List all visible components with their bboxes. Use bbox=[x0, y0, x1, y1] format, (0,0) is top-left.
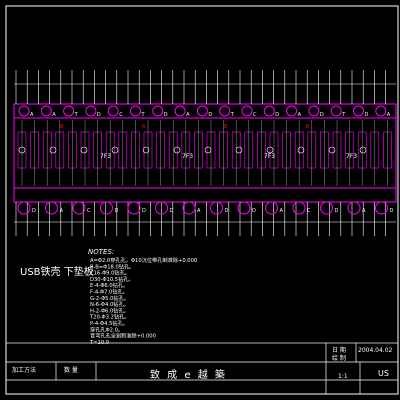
qty-label: 数 量 bbox=[64, 366, 78, 374]
note-line: G-2-Φ5.0钻孔。 bbox=[90, 294, 129, 302]
part-name: USB铁壳 下垫板 bbox=[20, 265, 94, 278]
hole-top-label: C bbox=[253, 112, 257, 118]
hole-top-label: A bbox=[30, 112, 34, 118]
hole-top-label: D bbox=[208, 112, 212, 118]
note-line: N-6-Φ4.0钻孔。 bbox=[90, 300, 129, 308]
hole-top-label: A bbox=[52, 112, 56, 118]
hole-bottom-label: D bbox=[32, 208, 36, 214]
hole-bottom-label: A bbox=[362, 208, 366, 214]
hole-top-label: D bbox=[365, 112, 369, 118]
note-line: B-B=Φ18.0钻孔。 bbox=[90, 262, 134, 270]
note-line: 音弯孔孔全割制准除+0.000 bbox=[90, 332, 156, 340]
hole-bottom-label: D bbox=[170, 208, 174, 214]
hole-top-label: A bbox=[186, 112, 190, 118]
drawing-background bbox=[0, 0, 400, 400]
hole-bottom-label: D bbox=[390, 208, 394, 214]
hole-top-label: D bbox=[97, 112, 101, 118]
hole-top-label: D bbox=[164, 112, 168, 118]
note-line: H-2-Φ6.0钻孔。 bbox=[90, 306, 129, 314]
company-name: 致 成 e 越 築 bbox=[150, 368, 227, 381]
hole-top-label: C bbox=[119, 112, 123, 118]
note-line: D30-Φ10.5钻孔。 bbox=[90, 275, 134, 283]
hole-bottom-label: D bbox=[225, 208, 229, 214]
hole-bottom-label: A bbox=[60, 208, 64, 214]
detail-mark: B bbox=[60, 124, 64, 130]
note-line: P-4-Φ4.5钻孔。 bbox=[90, 319, 128, 327]
note-line: T20-Φ3.2钻孔。 bbox=[89, 313, 130, 321]
detail-label: 7F3 bbox=[100, 153, 111, 160]
note-line: E-4-Φ6.0钻孔。 bbox=[90, 281, 128, 289]
note-line: C16-Φ9.0钻孔。 bbox=[90, 269, 130, 277]
detail-mark: B bbox=[142, 124, 146, 130]
date-value: 2004.04.02 bbox=[358, 347, 393, 354]
process-label: 加工方法 bbox=[12, 366, 36, 374]
note-line: F-4-Φ7.0钻孔。 bbox=[90, 288, 128, 296]
drawing-number: US bbox=[378, 369, 389, 378]
hole-top-label: A bbox=[298, 112, 302, 118]
scale-label: 1:1 bbox=[338, 373, 348, 380]
hole-top-label: D bbox=[320, 112, 324, 118]
cad-drawing: AATDCTDADTCDADTDA DACDDDADDACDAD 7F3 7F3 7… bbox=[0, 0, 400, 400]
hole-bottom-label: D bbox=[252, 208, 256, 214]
detail-label: 7F3 bbox=[182, 153, 193, 160]
hole-bottom-label: A bbox=[280, 208, 284, 214]
detail-label: 7F3 bbox=[346, 153, 357, 160]
notes-title: NOTES: bbox=[88, 248, 114, 256]
hole-bottom-label: D bbox=[115, 208, 119, 214]
hole-top-label: D bbox=[275, 112, 279, 118]
drawn-label: 绘 制 bbox=[332, 354, 346, 362]
note-line: 穿孔孔Φ2.0。 bbox=[90, 325, 123, 333]
hole-bottom-label: D bbox=[142, 208, 146, 214]
date-label: 日 期 bbox=[332, 346, 346, 354]
note-line: A=Φ2.0穿孔孔，Φ10沉位带孔制准除+0.000 bbox=[90, 256, 197, 264]
hole-bottom-label: C bbox=[87, 208, 91, 214]
hole-top-label: A bbox=[387, 112, 391, 118]
detail-label: 7F3 bbox=[264, 153, 275, 160]
hole-bottom-label: A bbox=[197, 208, 201, 214]
detail-mark: B bbox=[306, 124, 310, 130]
detail-mark: B bbox=[224, 124, 228, 130]
hole-bottom-label: C bbox=[307, 208, 311, 214]
hole-bottom-label: D bbox=[335, 208, 339, 214]
